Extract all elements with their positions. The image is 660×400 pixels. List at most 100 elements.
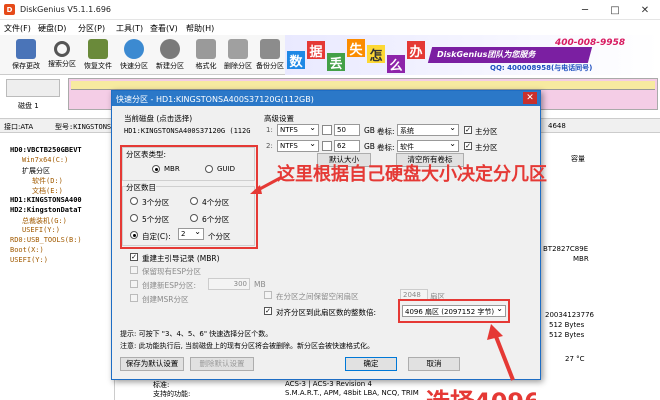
tree-item[interactable]: 软件(D:) [32, 176, 63, 186]
ad-banner[interactable]: 数 据 丢 失 怎 么 办 DiskGenius团队为您服务 400-008-9… [285, 35, 660, 75]
partition-1-fs-select[interactable]: NTFS [277, 123, 319, 136]
create-esp-label: 创建新ESP分区: [142, 281, 197, 290]
banner-char: 丢 [327, 53, 345, 72]
partition-1-size-input[interactable]: 50 [334, 124, 360, 136]
tree-item[interactable]: HD0:VBCTB250GBEVT [10, 146, 82, 154]
annotation-partition-count: 这里根据自己硬盘大小决定分几区 [277, 164, 547, 185]
format-icon [196, 39, 216, 59]
ok-button[interactable]: 确定 [345, 357, 397, 371]
disk-icon [124, 39, 144, 59]
hint-text: 提示: 可按下 "3、4、5、6" 快速选择分区个数。 [120, 330, 273, 338]
window-title: DiskGenius V5.1.1.696 [20, 5, 112, 14]
disk-label: 磁盘 1 [18, 102, 39, 110]
info-value: 512 Bytes [549, 321, 585, 329]
banner-char: 办 [407, 41, 425, 60]
info-header: 容量 [571, 155, 585, 163]
tree-item[interactable]: 总裁装机(G:) [22, 216, 67, 226]
align-partitions-label: 对齐分区到此扇区数的整数倍: [276, 308, 377, 317]
model-text: 型号:KINGSTONSA [55, 123, 116, 131]
annotation-select-4096: 选择4096 [426, 382, 536, 400]
highlight-box [120, 145, 258, 249]
create-esp-checkbox[interactable] [130, 280, 138, 288]
trash-icon [228, 39, 248, 59]
quick-partition-button[interactable]: 快速分区 [118, 37, 150, 73]
partition-2-size-unit: GB [364, 142, 375, 151]
partition-2-size-input[interactable]: 62 [334, 140, 360, 152]
create-msr-label: 创建MSR分区 [142, 295, 189, 304]
current-disk-selector[interactable]: HD1:KINGSTONSA400S37120G (112G [124, 127, 250, 135]
delete-defaults-button[interactable]: 删除默认设置 [190, 357, 254, 371]
advanced-settings-label: 高级设置 [264, 114, 294, 123]
banner-char: 据 [307, 41, 325, 60]
annotation-clip: 选择4096 [426, 382, 536, 400]
partition-1-lock-icon[interactable] [322, 125, 332, 135]
tree-item[interactable]: 文档(E:) [32, 186, 63, 196]
title-bar: D DiskGenius V5.1.1.696 ─ □ ✕ [0, 0, 660, 20]
search-partition-button[interactable]: 搜索分区 [46, 37, 78, 73]
menu-help[interactable]: 帮助(H) [186, 23, 214, 34]
interface-text: 接口:ATA [4, 123, 34, 131]
cancel-button[interactable]: 取消 [408, 357, 460, 371]
banner-char: 么 [387, 55, 405, 74]
new-partition-icon [160, 39, 180, 59]
close-icon[interactable]: ✕ [630, 0, 660, 20]
tree-item[interactable]: HD1:KINGSTONSA400 [10, 196, 82, 204]
disk-number-text: 4648 [548, 122, 566, 130]
info-value: 27 °C [565, 355, 585, 363]
new-partition-button[interactable]: 新建分区 [154, 37, 186, 73]
tree-item[interactable]: RD0:USB_TOOLS(B:) [10, 236, 82, 244]
partition-2-volume-select[interactable]: 软件 [397, 139, 459, 152]
partition-1-volume-label: 卷标: [377, 127, 395, 136]
partition-row-index: 1: [266, 126, 273, 134]
partition-2-primary-checkbox[interactable]: ✓ [464, 142, 472, 150]
dialog-title-bar: 快速分区 - HD1:KINGSTONSA400S37120G(112GB) ✕ [112, 91, 540, 106]
annotation-arrow-icon [487, 324, 515, 381]
partition-2-lock-icon[interactable] [322, 141, 332, 151]
partition-2-primary-label: 主分区 [475, 143, 498, 152]
annotation-arrow-icon [250, 175, 283, 194]
recover-files-button[interactable]: 恢复文件 [82, 37, 114, 73]
menu-disk[interactable]: 硬盘(D) [38, 23, 66, 34]
highlight-box [398, 299, 510, 323]
detail-value: ACS-3 | ACS-3 Revision 4 [285, 380, 372, 388]
save-changes-button[interactable]: 保存更改 [10, 37, 42, 73]
tree-item[interactable]: USEFI(Y:) [10, 256, 48, 264]
partition-1-primary-checkbox[interactable]: ✓ [464, 126, 472, 134]
partition-2-volume-label: 卷标: [377, 143, 395, 152]
menu-file[interactable]: 文件(F) [4, 23, 31, 34]
minimize-icon[interactable]: ─ [570, 0, 600, 20]
esp-size-input[interactable]: 300 [208, 278, 250, 290]
create-msr-checkbox[interactable] [130, 294, 138, 302]
keep-free-sectors-checkbox[interactable] [264, 291, 272, 299]
current-disk-label: 当前磁盘 (点击选择) [124, 114, 193, 123]
maximize-icon[interactable]: □ [600, 0, 630, 20]
rebuild-mbr-checkbox[interactable]: ✓ [130, 253, 138, 261]
menu-view[interactable]: 查看(V) [150, 23, 178, 34]
banner-phone: 400-008-9958 [555, 38, 626, 48]
tree-item[interactable]: 扩展分区 [22, 166, 50, 176]
banner-char: 怎 [367, 45, 385, 64]
info-value: 20034123776 [545, 311, 594, 319]
partition-1-primary-label: 主分区 [475, 127, 498, 136]
esp-size-unit: MB [254, 280, 266, 289]
dialog-title: 快速分区 - HD1:KINGSTONSA400S37120G(112GB) [116, 95, 314, 104]
info-value: 512 Bytes [549, 331, 585, 339]
menu-partition[interactable]: 分区(P) [78, 23, 105, 34]
tree-item[interactable]: USEFI(Y:) [22, 226, 60, 234]
keep-esp-checkbox[interactable] [130, 266, 138, 274]
quick-partition-dialog: 快速分区 - HD1:KINGSTONSA400S37120G(112GB) ✕… [111, 90, 547, 380]
keep-esp-label: 保留现有ESP分区 [142, 267, 202, 276]
banner-brand: DiskGenius团队为您服务 [437, 50, 536, 59]
menu-tools[interactable]: 工具(T) [116, 23, 143, 34]
save-defaults-button[interactable]: 保存为默认设置 [120, 357, 184, 371]
partition-2-fs-select[interactable]: NTFS [277, 139, 319, 152]
partition-1-volume-select[interactable]: 系统 [397, 123, 459, 136]
tree-item[interactable]: Win7x64(C:) [22, 156, 68, 164]
partition-row-index: 2: [266, 142, 273, 150]
dialog-close-icon[interactable]: ✕ [523, 92, 537, 104]
align-partitions-checkbox[interactable]: ✓ [264, 307, 272, 315]
banner-char: 数 [287, 51, 305, 70]
tree-item[interactable]: Boot(X:) [10, 246, 44, 254]
backup-partition-button[interactable]: 备份分区 [254, 37, 286, 73]
tree-item[interactable]: HD2:KingstonDataT [10, 206, 82, 214]
